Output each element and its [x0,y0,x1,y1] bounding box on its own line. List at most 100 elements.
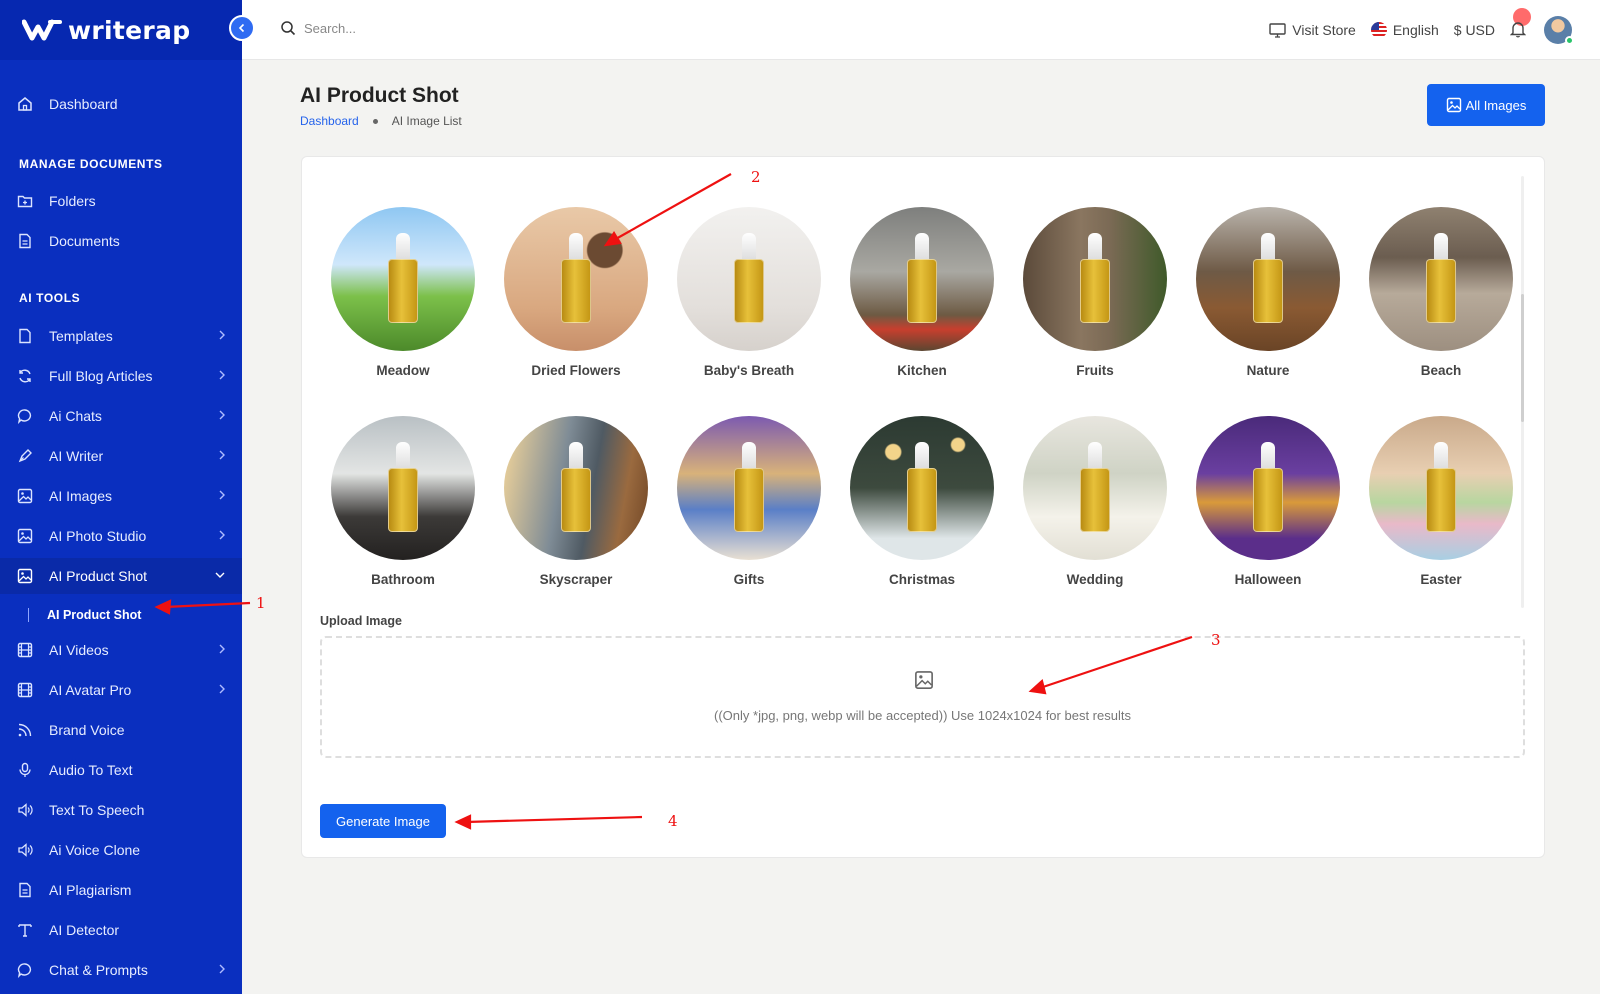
styles-scrollbar[interactable] [1521,176,1524,608]
style-thumbnail [504,416,648,560]
all-images-button[interactable]: All Images [1427,84,1545,126]
style-option-dried-flowers[interactable]: Dried Flowers [496,207,656,378]
style-label: Halloween [1234,572,1302,587]
subitem-indicator [28,608,29,622]
chevron-right-icon [219,450,225,460]
sidebar: writerap Dashboard MANAGE DOCUMENTS Fold… [0,0,242,994]
breadcrumb: Dashboard AI Image List [300,114,462,128]
sidebar-item-full-blog-articles[interactable]: Full Blog Articles [0,358,242,394]
speaker-icon [16,801,34,819]
document-icon [16,881,34,899]
bell-icon [1509,21,1527,38]
sidebar-item-folders[interactable]: Folders [0,183,242,219]
sidebar-subitem-ai-product-shot[interactable]: AI Product Shot [0,601,242,629]
sidebar-item-ai-chats[interactable]: Ai Chats [0,398,242,434]
visit-store-link[interactable]: Visit Store [1269,22,1356,38]
sidebar-item-documents[interactable]: Documents [0,223,242,259]
sidebar-item-ai-plagiarism[interactable]: AI Plagiarism [0,872,242,908]
style-option-easter[interactable]: Easter [1361,416,1521,587]
sidebar-item-label: Folders [49,193,96,209]
sidebar-item-ai-videos[interactable]: AI Videos [0,632,242,668]
style-option-wedding[interactable]: Wedding [1015,416,1175,587]
sidebar-item-label: AI Avatar Pro [49,682,132,698]
generate-image-button[interactable]: Generate Image [320,804,446,838]
sidebar-collapse-button[interactable] [229,15,255,41]
scrollbar-thumb[interactable] [1521,294,1524,422]
sidebar-item-chat-prompts[interactable]: Chat & Prompts [0,952,242,988]
search-placeholder: Search... [304,20,357,36]
style-option-halloween[interactable]: Halloween [1188,416,1348,587]
refresh-icon [16,367,34,385]
image-icon [16,487,34,505]
style-thumbnail [677,416,821,560]
sidebar-item-templates[interactable]: Templates [0,318,242,354]
mic-icon [16,761,34,779]
sidebar-item-ai-product-shot[interactable]: AI Product Shot [0,558,242,594]
chat-icon [16,407,34,425]
document-icon [16,232,34,250]
style-thumbnail [1023,207,1167,351]
sidebar-item-dashboard[interactable]: Dashboard [0,86,242,122]
section-title-tools: AI TOOLS [19,291,81,305]
image-upload-icon [915,671,933,689]
search-input[interactable]: Search... [280,20,356,36]
breadcrumb-separator [372,118,378,124]
currency-selector[interactable]: $ USD [1454,22,1495,38]
sidebar-item-label: AI Videos [49,642,109,658]
upload-dropzone[interactable]: ((Only *jpg, png, webp will be accepted)… [320,636,1525,758]
style-thumbnail [850,207,994,351]
sidebar-item-ai-images[interactable]: AI Images [0,478,242,514]
style-thumbnail [504,207,648,351]
page-title: AI Product Shot [300,84,459,107]
brand-logo[interactable]: writerap [0,0,242,60]
style-label: Bathroom [371,572,435,587]
sidebar-item-label: Audio To Text [49,762,133,778]
image-icon [1446,97,1461,113]
sidebar-item-ai-writer[interactable]: AI Writer [0,438,242,474]
language-selector[interactable]: English [1370,22,1439,38]
brand-name: writerap [68,15,191,45]
home-icon [16,95,34,113]
style-option-christmas[interactable]: Christmas [842,416,1002,587]
style-label: Gifts [733,572,765,587]
style-label: Baby's Breath [703,363,795,378]
logo-icon [22,19,62,41]
style-option-nature[interactable]: Nature [1188,207,1348,378]
section-title-manage: MANAGE DOCUMENTS [19,157,163,171]
style-option-kitchen[interactable]: Kitchen [842,207,1002,378]
sidebar-item-text-to-speech[interactable]: Text To Speech [0,792,242,828]
sidebar-item-label: Text To Speech [49,802,145,818]
upload-hint: ((Only *jpg, png, webp will be accepted)… [714,708,1131,723]
sidebar-item-label: AI Detector [49,922,120,938]
sidebar-item-ai-detector[interactable]: AI Detector [0,912,242,948]
style-option-babys-breath[interactable]: Baby's Breath [669,207,829,378]
sidebar-item-ai-avatar-pro[interactable]: AI Avatar Pro [0,672,242,708]
breadcrumb-dashboard-link[interactable]: Dashboard [300,114,359,128]
annotation-2: 2 [751,168,761,186]
chevron-right-icon [219,684,225,694]
sidebar-item-ai-photo-studio[interactable]: AI Photo Studio [0,518,242,554]
style-option-skyscraper[interactable]: Skyscraper [496,416,656,587]
sidebar-item-label: Ai Voice Clone [49,842,141,858]
rss-icon [16,721,34,739]
annotation-4: 4 [668,812,678,830]
chat-icon [16,961,34,979]
style-option-meadow[interactable]: Meadow [323,207,483,378]
chevron-right-icon [219,644,225,654]
sidebar-item-audio-to-text[interactable]: Audio To Text [0,752,242,788]
style-label: Nature [1246,363,1290,378]
pen-icon [16,447,34,465]
sidebar-item-ai-voice-clone[interactable]: Ai Voice Clone [0,832,242,868]
sidebar-item-label: Ai Chats [49,408,102,424]
user-avatar[interactable] [1544,16,1574,45]
sidebar-item-brand-voice[interactable]: Brand Voice [0,712,242,748]
style-option-gifts[interactable]: Gifts [669,416,829,587]
style-thumbnail [1369,416,1513,560]
style-label: Meadow [376,363,430,378]
chevron-down-icon [215,572,225,578]
film-icon [16,641,34,659]
notifications-button[interactable] [1509,7,1531,41]
style-option-beach[interactable]: Beach [1361,207,1521,378]
style-option-fruits[interactable]: Fruits [1015,207,1175,378]
style-option-bathroom[interactable]: Bathroom [323,416,483,587]
